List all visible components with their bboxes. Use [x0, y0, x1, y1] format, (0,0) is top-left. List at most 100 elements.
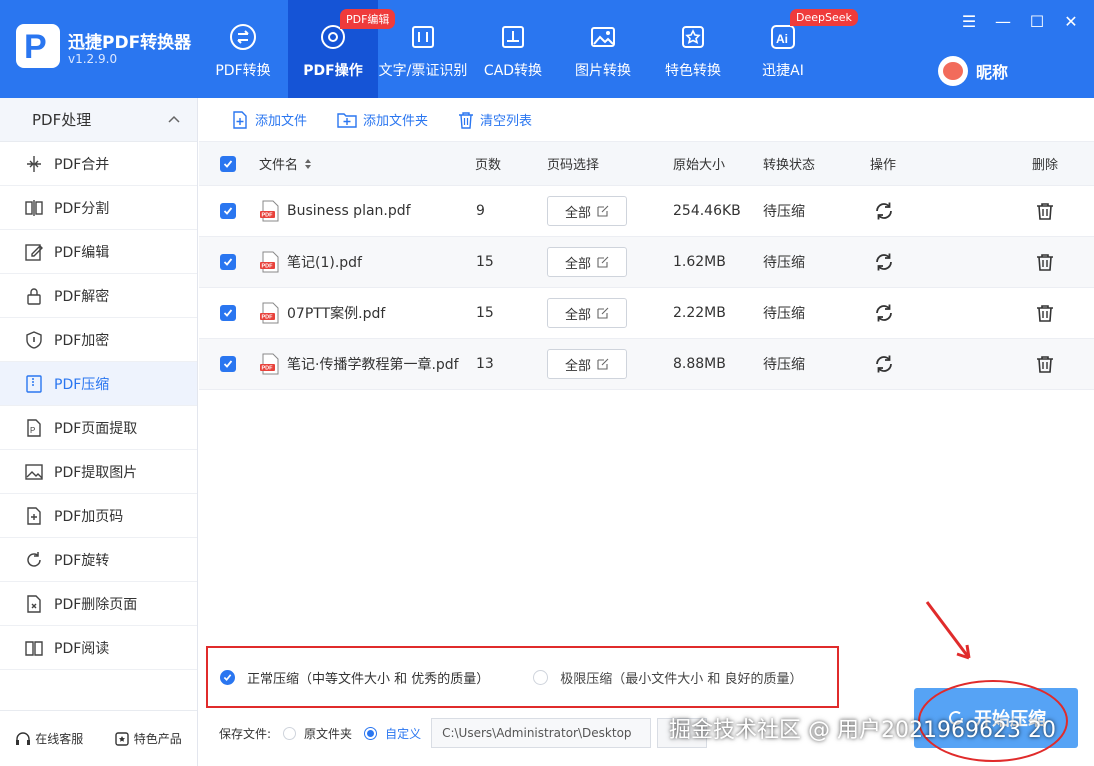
- extreme-compression-option[interactable]: 极限压缩（最小文件大小 和 良好的质量）: [533, 668, 803, 687]
- nav-special[interactable]: 特色转换: [648, 0, 738, 98]
- page-select-label: 全部: [564, 358, 591, 374]
- edit-icon: [597, 307, 609, 319]
- maximize-button[interactable]: ☐: [1020, 6, 1054, 36]
- file-name-cell: PDF 笔记·传播学教程第一章.pdf: [259, 339, 459, 389]
- delete-row-button[interactable]: [1035, 237, 1055, 287]
- sidebar-item-unlock[interactable]: PDF解密: [0, 274, 197, 318]
- arrow-annotation-icon: [925, 601, 971, 660]
- pdf-file-icon: PDF: [260, 302, 279, 324]
- headset-icon: [16, 731, 31, 745]
- row-checkbox[interactable]: [220, 288, 236, 338]
- refresh-button[interactable]: [873, 237, 895, 287]
- image-icon: [591, 27, 615, 47]
- save-location-row: 保存文件: 原文件夹 自定义 C:\Users\Administrator\De…: [219, 718, 708, 748]
- sidebar-item-edit[interactable]: PDF编辑: [0, 230, 197, 274]
- nav-pdf-operate[interactable]: PDF操作 PDF编辑: [288, 0, 396, 98]
- sidebar-item-page-number[interactable]: PDF加页码: [0, 494, 197, 538]
- custom-folder-label: 自定义: [385, 726, 422, 741]
- extreme-compression-radio[interactable]: [533, 669, 549, 685]
- sidebar-item-encrypt[interactable]: PDF加密: [0, 318, 197, 362]
- page-extract-icon: P: [27, 418, 41, 437]
- refresh-button[interactable]: [873, 339, 895, 389]
- nav-label: 迅捷AI: [762, 63, 804, 79]
- row-checkbox[interactable]: [220, 186, 236, 236]
- file-pages: 15: [476, 305, 494, 321]
- sidebar-item-page-extract[interactable]: P PDF页面提取: [0, 406, 197, 450]
- online-support-button[interactable]: 在线客服: [15, 730, 83, 747]
- pdf-file-icon: PDF: [260, 200, 279, 222]
- page-select-cell: 全部: [547, 288, 627, 338]
- normal-compression-radio[interactable]: [220, 669, 235, 685]
- image-extract-icon: [25, 463, 43, 480]
- clear-list-button[interactable]: 清空列表: [458, 110, 532, 129]
- delete-row-button[interactable]: [1035, 186, 1055, 236]
- nav-pdf-convert[interactable]: PDF转换: [198, 0, 288, 98]
- row-checkbox[interactable]: [220, 237, 236, 287]
- edit-icon: [597, 205, 609, 217]
- extreme-compression-label: 极限压缩（最小文件大小 和 良好的质量）: [560, 671, 803, 687]
- shield-icon: [26, 330, 42, 349]
- add-file-button[interactable]: 添加文件: [231, 110, 307, 129]
- trash-icon: [1037, 203, 1053, 220]
- add-file-label: 添加文件: [255, 114, 308, 129]
- unlock-icon: [27, 287, 41, 305]
- sidebar-item-merge[interactable]: PDF合并: [0, 142, 197, 186]
- row-checkbox[interactable]: [220, 339, 236, 389]
- file-name-cell: PDF 07PTT案例.pdf: [259, 288, 385, 338]
- normal-compression-option[interactable]: 正常压缩（中等文件大小 和 优秀的质量）: [220, 668, 489, 687]
- refresh-button[interactable]: [873, 186, 895, 236]
- sidebar-section-header[interactable]: PDF处理: [0, 98, 197, 142]
- add-folder-button[interactable]: 添加文件夹: [337, 110, 428, 129]
- file-name-cell: PDF 笔记(1).pdf: [259, 237, 362, 287]
- page-select-button[interactable]: 全部: [547, 349, 627, 379]
- compression-options: 正常压缩（中等文件大小 和 优秀的质量） 极限压缩（最小文件大小 和 良好的质量…: [206, 646, 839, 708]
- table-row: PDF Business plan.pdf 9 全部 254.46KB 待压缩: [199, 186, 1094, 237]
- svg-text:PDF: PDF: [262, 264, 274, 270]
- menu-button[interactable]: ☰: [952, 6, 986, 36]
- nav-cad[interactable]: CAD转换: [468, 0, 558, 98]
- sidebar-item-image-extract[interactable]: PDF提取图片: [0, 450, 197, 494]
- file-table: 文件名 页数 页码选择 原始大小 转换状态 操作 删除 PDF Business…: [199, 142, 1094, 390]
- sidebar-item-label: PDF删除页面: [54, 596, 138, 613]
- header-name[interactable]: 文件名: [259, 142, 313, 185]
- file-name: 07PTT案例.pdf: [287, 306, 386, 322]
- page-select-button[interactable]: 全部: [547, 298, 627, 328]
- header-delete: 删除: [1032, 158, 1059, 173]
- sidebar-item-delete-page[interactable]: PDF删除页面: [0, 582, 197, 626]
- sidebar-item-read[interactable]: PDF阅读: [0, 626, 197, 670]
- nav-image[interactable]: 图片转换: [558, 0, 648, 98]
- sidebar-item-compress[interactable]: PDF压缩: [0, 362, 197, 406]
- main-panel: 添加文件 添加文件夹 清空列表 文件名 页数 页码选择 原始大小 转换状态 操作…: [199, 98, 1094, 766]
- add-folder-icon: [337, 112, 357, 128]
- ocr-icon: [412, 26, 434, 48]
- sidebar-item-split[interactable]: PDF分割: [0, 186, 197, 230]
- nav-label: PDF转换: [215, 63, 271, 79]
- nav-ocr[interactable]: 文字/票证识别: [378, 0, 468, 98]
- save-path-input[interactable]: C:\Users\Administrator\Desktop: [431, 718, 652, 748]
- file-status: 待压缩: [763, 255, 805, 271]
- page-number-icon: [27, 506, 41, 525]
- page-select-button[interactable]: 全部: [547, 247, 627, 277]
- sidebar-footer: 在线客服 特色产品: [0, 710, 197, 766]
- delete-row-button[interactable]: [1035, 288, 1055, 338]
- original-folder-radio[interactable]: [283, 726, 297, 740]
- header: P 迅捷PDF转换器 v1.2.9.0 PDF转换 PDF操作 PDF编辑 文字…: [0, 0, 1094, 98]
- edit-icon: [597, 256, 609, 268]
- delete-row-button[interactable]: [1035, 339, 1055, 389]
- custom-folder-radio[interactable]: [364, 726, 378, 740]
- normal-compression-label: 正常压缩（中等文件大小 和 优秀的质量）: [247, 671, 490, 687]
- nav-ai[interactable]: Ai 迅捷AI DeepSeek: [738, 0, 858, 98]
- file-name: 笔记·传播学教程第一章.pdf: [287, 357, 459, 373]
- select-all-checkbox[interactable]: [220, 142, 236, 185]
- page-select-button[interactable]: 全部: [547, 196, 627, 226]
- sidebar: PDF处理 PDF合并 PDF分割 PDF编辑 PDF解密 PDF加密 PDF压…: [0, 98, 198, 766]
- toolbar: 添加文件 添加文件夹 清空列表: [199, 98, 1094, 142]
- close-button[interactable]: ✕: [1054, 6, 1088, 36]
- refresh-button[interactable]: [873, 288, 895, 338]
- deepseek-badge: DeepSeek: [790, 9, 858, 26]
- sort-icon: [305, 158, 312, 169]
- minimize-button[interactable]: —: [986, 6, 1020, 36]
- featured-products-button[interactable]: 特色产品: [114, 730, 182, 747]
- user-profile[interactable]: 昵称: [938, 56, 1008, 86]
- sidebar-item-rotate[interactable]: PDF旋转: [0, 538, 197, 582]
